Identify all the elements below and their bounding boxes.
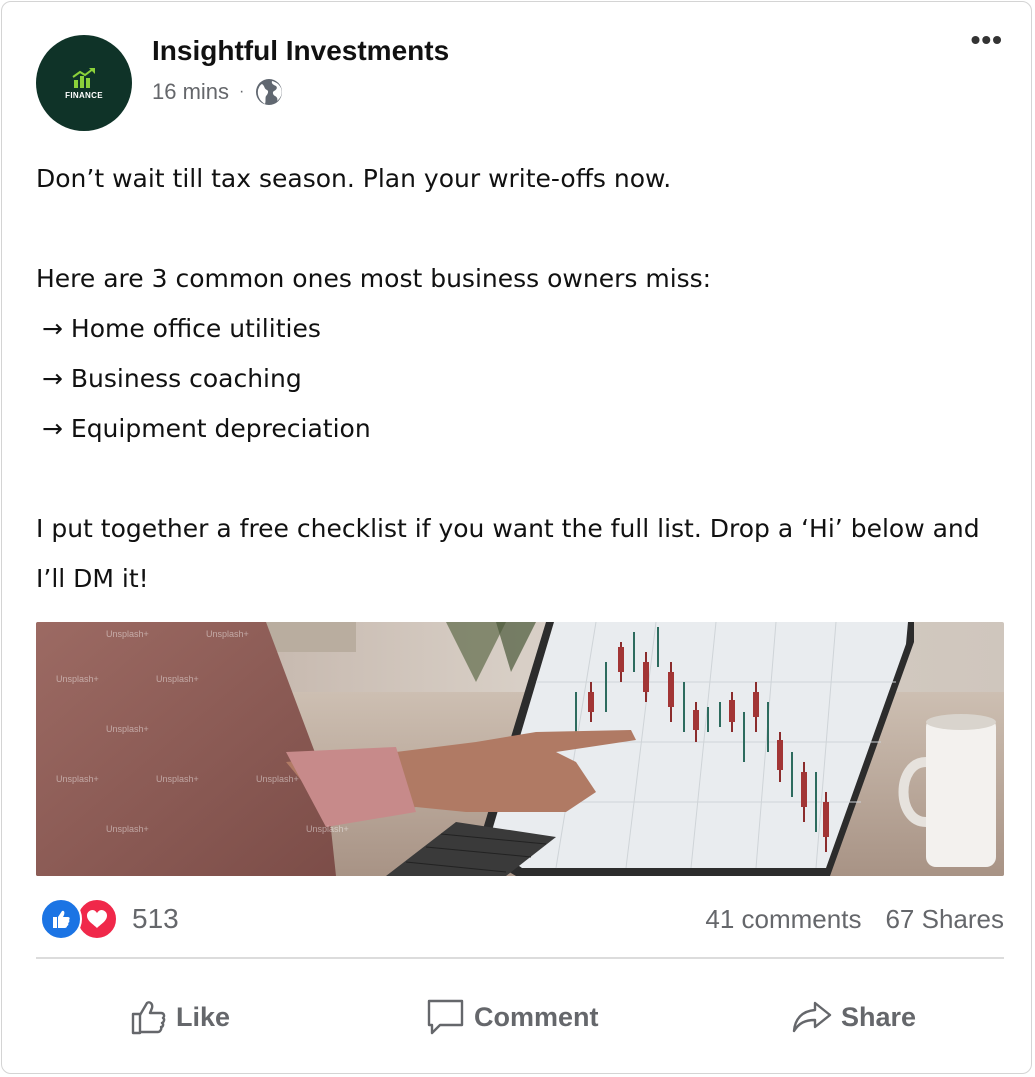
comments-count-link[interactable]: 41 comments bbox=[705, 904, 861, 935]
post-meta: 16 mins · bbox=[152, 77, 284, 107]
image-watermark-text: Unsplash+ bbox=[156, 674, 199, 684]
image-watermark-text: Unsplash+ bbox=[106, 824, 149, 834]
list-item: → Home office utilities bbox=[42, 314, 321, 343]
post-text-line: I put together a free checklist if you w… bbox=[36, 514, 980, 593]
share-button[interactable]: Share bbox=[791, 987, 916, 1047]
post-image[interactable]: Unsplash+ Unsplash+ Unsplash+ Unsplash+ … bbox=[36, 622, 1004, 876]
comment-icon bbox=[427, 999, 464, 1035]
post-stats: 513 41 comments 67 Shares bbox=[36, 892, 1004, 944]
post-time[interactable]: 16 mins bbox=[152, 79, 229, 105]
image-watermark-text: Unsplash+ bbox=[106, 724, 149, 734]
meta-separator: · bbox=[239, 83, 245, 100]
image-watermark-text: Unsplash+ bbox=[256, 774, 299, 784]
avatar-logo-text: FINANCE bbox=[65, 90, 103, 100]
reaction-count: 513 bbox=[132, 903, 179, 934]
image-watermark-text: Unsplash+ bbox=[106, 629, 149, 639]
action-bar: Like Comment Share bbox=[36, 987, 1004, 1047]
globe-icon[interactable] bbox=[254, 77, 284, 107]
post-text-line: Here are 3 common ones most business own… bbox=[36, 264, 712, 293]
like-button-label: Like bbox=[176, 1001, 231, 1032]
share-button-label: Share bbox=[841, 1001, 917, 1032]
image-watermark-text: Unsplash+ bbox=[306, 824, 349, 834]
thumbs-up-icon bbox=[131, 1001, 166, 1035]
laptop-chart-photo: Unsplash+ Unsplash+ Unsplash+ Unsplash+ … bbox=[36, 622, 1004, 876]
list-item: → Equipment depreciation bbox=[42, 414, 371, 443]
reaction-summary[interactable]: 513 bbox=[40, 898, 179, 940]
image-watermark-text: Unsplash+ bbox=[56, 774, 99, 784]
like-button[interactable]: Like bbox=[130, 987, 230, 1047]
image-watermark-text: Unsplash+ bbox=[156, 774, 199, 784]
comment-button-label: Comment bbox=[474, 1001, 599, 1032]
list-item: → Business coaching bbox=[42, 364, 302, 393]
post-card: FINANCE Insightful Investments 16 mins ·… bbox=[1, 1, 1032, 1074]
love-icon bbox=[76, 898, 118, 940]
page-name-link[interactable]: Insightful Investments bbox=[152, 35, 449, 67]
shares-count-link[interactable]: 67 Shares bbox=[885, 904, 1004, 935]
image-watermark-text: Unsplash+ bbox=[206, 629, 249, 639]
like-icon bbox=[40, 898, 82, 940]
post-body: Don’t wait till tax season. Plan your wr… bbox=[36, 154, 1006, 604]
image-watermark-text: Unsplash+ bbox=[56, 674, 99, 684]
post-text-line: Don’t wait till tax season. Plan your wr… bbox=[36, 164, 672, 193]
more-options-icon[interactable]: ••• bbox=[971, 24, 1003, 56]
comment-button[interactable]: Comment bbox=[426, 987, 599, 1047]
engagement-stats: 41 comments 67 Shares bbox=[705, 904, 1004, 935]
page-avatar[interactable]: FINANCE bbox=[36, 35, 132, 131]
finance-logo-icon bbox=[72, 67, 95, 88]
divider bbox=[36, 957, 1004, 959]
share-arrow-icon bbox=[792, 1001, 832, 1033]
